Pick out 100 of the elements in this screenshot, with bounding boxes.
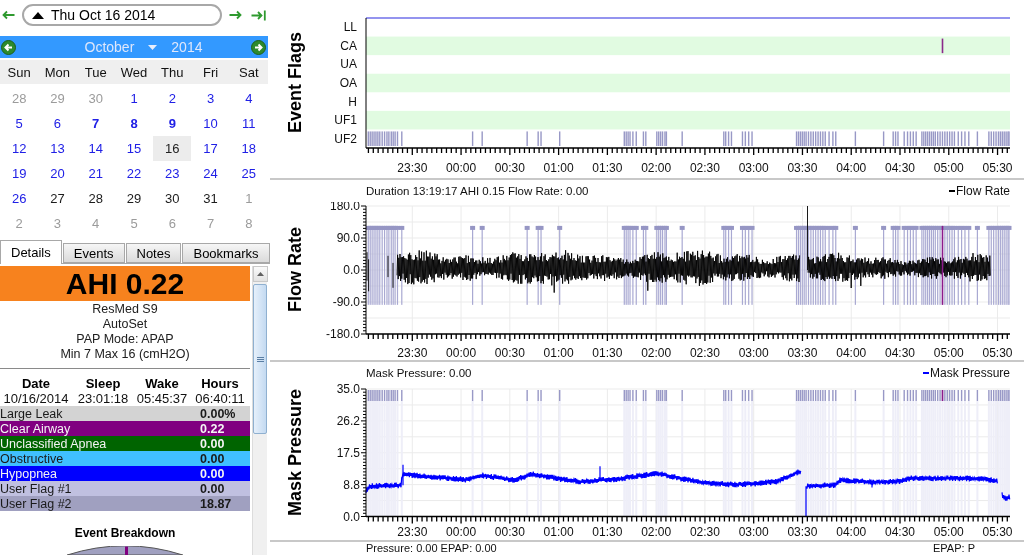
calendar-day[interactable]: 24 (191, 161, 230, 186)
event-value: 0.00 (200, 466, 226, 481)
calendar-day[interactable]: 21 (76, 161, 115, 186)
event-value: 18.87 (200, 496, 233, 511)
calendar-day[interactable]: 23 (153, 161, 192, 186)
flag-row-label: H (348, 94, 357, 109)
calendar-day[interactable]: 16 (153, 136, 192, 161)
event-name: User Flag #2 (0, 496, 73, 511)
caret-down-icon (148, 44, 158, 50)
axis-label: 01:00 (543, 161, 574, 175)
calendar-day[interactable]: 10 (191, 111, 230, 136)
event-name: Hypopnea (0, 466, 58, 481)
weekday-label: Tue (84, 64, 107, 80)
axis-label: 04:00 (836, 346, 867, 360)
calendar-day[interactable]: 22 (114, 161, 154, 186)
calendar-day[interactable]: 27 (38, 186, 77, 211)
axis-label: 02:30 (689, 525, 720, 539)
session-value: 06:40:11 (195, 391, 245, 406)
status-readout: Pressure: 0.00 EPAP: 0.00 (366, 542, 497, 555)
calendar-day[interactable]: 5 (0, 111, 39, 136)
calendar-day[interactable]: 18 (229, 136, 268, 161)
calendar-day[interactable]: 25 (229, 161, 268, 186)
calendar-day[interactable]: 2 (153, 86, 192, 111)
axis-label: 04:30 (885, 161, 915, 175)
axis-label: 02:00 (641, 525, 672, 539)
calendar-day[interactable]: 30 (153, 186, 192, 211)
axis-label: 00:00 (446, 346, 477, 360)
session-column-header: Wake (145, 376, 179, 391)
event-value: 0.00 (200, 481, 226, 496)
calendar-day[interactable]: 12 (0, 136, 39, 161)
arrow-right-icon[interactable] (251, 39, 266, 55)
legend-label: Mask Pressure (929, 366, 1010, 380)
session-column-header: Hours (201, 376, 239, 391)
calendar-day[interactable]: 14 (76, 136, 115, 161)
axis-label: -180.0 (325, 327, 360, 341)
device-info-line: ResMed S9 (92, 302, 158, 317)
tab[interactable]: Events (62, 243, 125, 263)
axis-label: 02:00 (641, 346, 672, 360)
event-marker (941, 38, 944, 54)
calendar-day[interactable]: 19 (0, 161, 39, 186)
scrollbar-thumb[interactable] (253, 284, 267, 434)
axis-label: 05:30 (982, 525, 1013, 539)
arrow-left-icon[interactable] (2, 10, 15, 20)
axis-label: 03:30 (787, 525, 818, 539)
calendar-day[interactable]: 20 (38, 161, 77, 186)
axis-label: 03:30 (787, 346, 818, 360)
calendar-day[interactable]: 15 (114, 136, 154, 161)
event-value: 0.00 (200, 451, 226, 466)
axis-label: 23:30 (397, 525, 428, 539)
chart-readout: Mask Pressure: 0.00 (366, 367, 472, 379)
flag-row-label: LL (343, 20, 357, 35)
event-value: 0.00% (200, 406, 237, 421)
calendar-day[interactable]: 3 (191, 86, 230, 111)
calendar-day[interactable]: 1 (114, 86, 154, 111)
calendar-day[interactable]: 9 (153, 111, 192, 136)
calendar-day[interactable]: 6 (38, 111, 77, 136)
arrow-right-icon[interactable] (229, 10, 242, 20)
axis-label: 05:00 (933, 161, 964, 175)
axis-label: 03:30 (787, 161, 818, 175)
calendar-day[interactable]: 7 (76, 111, 115, 136)
session-value: 10/16/2014 (3, 391, 69, 406)
grip-icon (256, 356, 264, 362)
axis-label: 90.0 (336, 231, 360, 245)
tab[interactable]: Bookmarks (182, 243, 270, 263)
axis-label: 00:30 (494, 346, 525, 360)
axis-label: 04:30 (885, 525, 915, 539)
event-value: 0.00 (200, 436, 226, 451)
calendar-day[interactable]: 8 (114, 111, 154, 136)
event-marker (941, 390, 944, 401)
calendar-day[interactable]: 28 (76, 186, 115, 211)
calendar-day[interactable]: 4 (229, 86, 268, 111)
event-name: Obstructive (0, 451, 65, 466)
calendar-day[interactable]: 29 (114, 186, 154, 211)
axis-label: 01:30 (592, 161, 623, 175)
calendar-day[interactable]: 31 (191, 186, 230, 211)
chart-title: Mask Pressure (284, 389, 306, 517)
device-info-line: PAP Mode: APAP (76, 332, 174, 347)
calendar-day[interactable]: 11 (229, 111, 268, 136)
axis-label: 01:00 (543, 525, 574, 539)
axis-label: 04:30 (885, 346, 915, 360)
calendar-day[interactable]: 13 (38, 136, 77, 161)
flag-row-label: UA (340, 57, 357, 72)
axis-label: 03:00 (738, 161, 769, 175)
event-name: User Flag #1 (0, 481, 73, 496)
calendar-day[interactable]: 26 (0, 186, 39, 211)
axis-label: -90.0 (332, 295, 360, 309)
axis-label: 0.0 (343, 263, 360, 277)
scroll-up-button[interactable] (253, 266, 268, 282)
axis-label: 05:00 (933, 346, 964, 360)
ahi-banner: AHI 0.22 (0, 266, 250, 301)
calendar-day[interactable]: 17 (191, 136, 230, 161)
scrollbar-track[interactable] (252, 266, 267, 555)
session-column-header: Sleep (85, 376, 121, 391)
tab[interactable]: Details (0, 240, 62, 264)
arrow-to-bar-icon[interactable] (251, 9, 266, 21)
session-column-header: Date (21, 376, 51, 391)
date-picker[interactable]: Thu Oct 16 2014 (22, 4, 222, 26)
axis-label: 04:00 (836, 525, 867, 539)
arrow-left-icon[interactable] (1, 39, 16, 55)
tab[interactable]: Notes (125, 243, 182, 263)
